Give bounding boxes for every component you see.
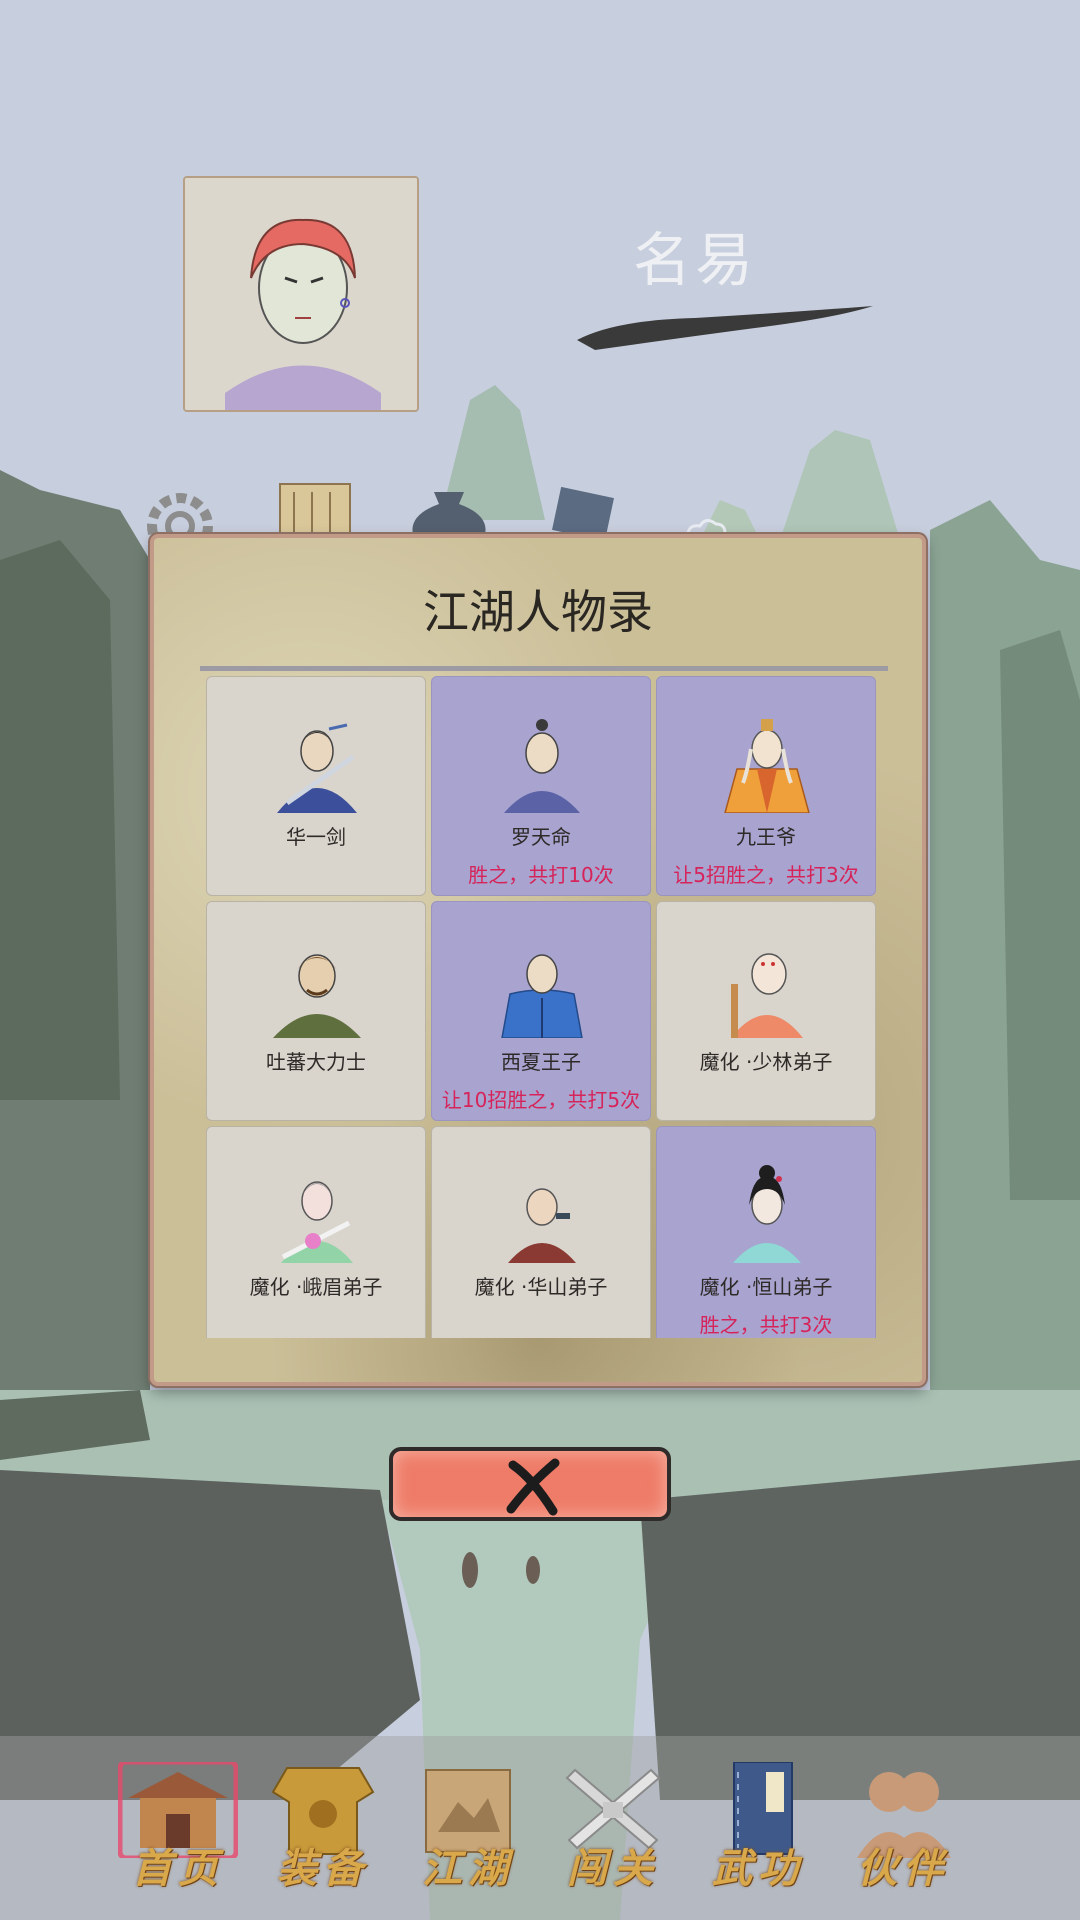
prince-portrait-icon [724, 719, 810, 813]
shaolin-monk-portrait-icon [731, 953, 803, 1038]
nav-companions[interactable]: 伙伴 [828, 1736, 978, 1920]
character-name: 九王爷 [736, 825, 796, 849]
huashan-disciple-portrait-icon [508, 1188, 576, 1263]
character-name: 魔化 ·峨眉弟子 [249, 1275, 383, 1299]
character-card[interactable]: 九王爷 让5招胜之，共打3次 [656, 676, 876, 896]
nav-challenge[interactable]: 闯关 [538, 1736, 688, 1920]
character-name: 魔化 ·华山弟子 [474, 1275, 608, 1299]
swordsman-portrait-icon [277, 723, 357, 813]
nav-companions-label: 伙伴 [857, 1845, 949, 1892]
character-card[interactable]: 罗天命 胜之，共打10次 [431, 676, 651, 896]
money-bag-icon[interactable] [404, 482, 494, 538]
character-card[interactable]: 魔化 ·华山弟子 [431, 1126, 651, 1338]
nav-equipment-label: 装备 [277, 1845, 369, 1892]
player-avatar[interactable] [183, 176, 419, 412]
character-card[interactable]: 吐蕃大力士 [206, 901, 426, 1121]
character-name: 华一剑 [286, 825, 346, 849]
character-card[interactable]: 西夏王子 让10招胜之，共打5次 [431, 901, 651, 1121]
hengshan-disciple-portrait-icon [733, 1165, 801, 1263]
scholar-portrait-icon [504, 719, 580, 813]
nav-home[interactable]: 首页 [103, 1736, 253, 1920]
character-name: 魔化 ·少林弟子 [699, 1050, 833, 1074]
nav-equipment[interactable]: 装备 [248, 1736, 398, 1920]
battle-record: 胜之，共打3次 [699, 1313, 833, 1337]
close-dialog-button[interactable] [389, 1447, 671, 1521]
player-name: 名易 [632, 226, 757, 294]
scroll-icon[interactable] [272, 478, 356, 538]
emei-disciple-portrait-icon [281, 1181, 353, 1263]
character-card[interactable]: 华一剑 [206, 676, 426, 896]
strongman-portrait-icon [273, 954, 361, 1038]
bottom-navigation: 首页 装备 江湖 闯关 武功 伙伴 [0, 1736, 1080, 1920]
nav-martial-arts-label: 武功 [712, 1845, 804, 1892]
character-name: 魔化 ·恒山弟子 [699, 1275, 833, 1299]
battle-record: 让10招胜之，共打5次 [441, 1088, 641, 1112]
book-icon[interactable] [548, 486, 618, 536]
battle-record: 胜之，共打10次 [468, 863, 614, 887]
nav-jianghu-label: 江湖 [422, 1845, 514, 1892]
ink-brush-divider [577, 306, 873, 350]
character-roster-dialog: 江湖人物录 华一剑 罗天命 胜之，共打10次 九王爷 让5招胜之，共打3次 吐蕃… [150, 534, 926, 1386]
battle-record: 让5招胜之，共打3次 [673, 863, 859, 887]
character-grid: 华一剑 罗天命 胜之，共打10次 九王爷 让5招胜之，共打3次 吐蕃大力士 西夏… [206, 676, 876, 1338]
character-card[interactable]: 魔化 ·恒山弟子 胜之，共打3次 [656, 1126, 876, 1338]
character-name: 吐蕃大力士 [266, 1050, 366, 1074]
xixia-prince-portrait-icon [501, 954, 583, 1038]
character-grid-scroll[interactable]: 华一剑 罗天命 胜之，共打10次 九王爷 让5招胜之，共打3次 吐蕃大力士 西夏… [200, 666, 888, 1338]
character-name: 罗天命 [511, 825, 571, 849]
character-name: 西夏王子 [501, 1050, 581, 1074]
character-card[interactable]: 魔化 ·少林弟子 [656, 901, 876, 1121]
dialog-title: 江湖人物录 [423, 585, 653, 639]
close-x-icon [506, 1458, 560, 1516]
nav-martial-arts[interactable]: 武功 [683, 1736, 833, 1920]
nav-home-label: 首页 [132, 1845, 224, 1892]
character-card[interactable]: 魔化 ·峨眉弟子 [206, 1126, 426, 1338]
nav-jianghu[interactable]: 江湖 [393, 1736, 543, 1920]
nav-challenge-label: 闯关 [567, 1845, 659, 1892]
player-portrait-icon [185, 178, 417, 410]
